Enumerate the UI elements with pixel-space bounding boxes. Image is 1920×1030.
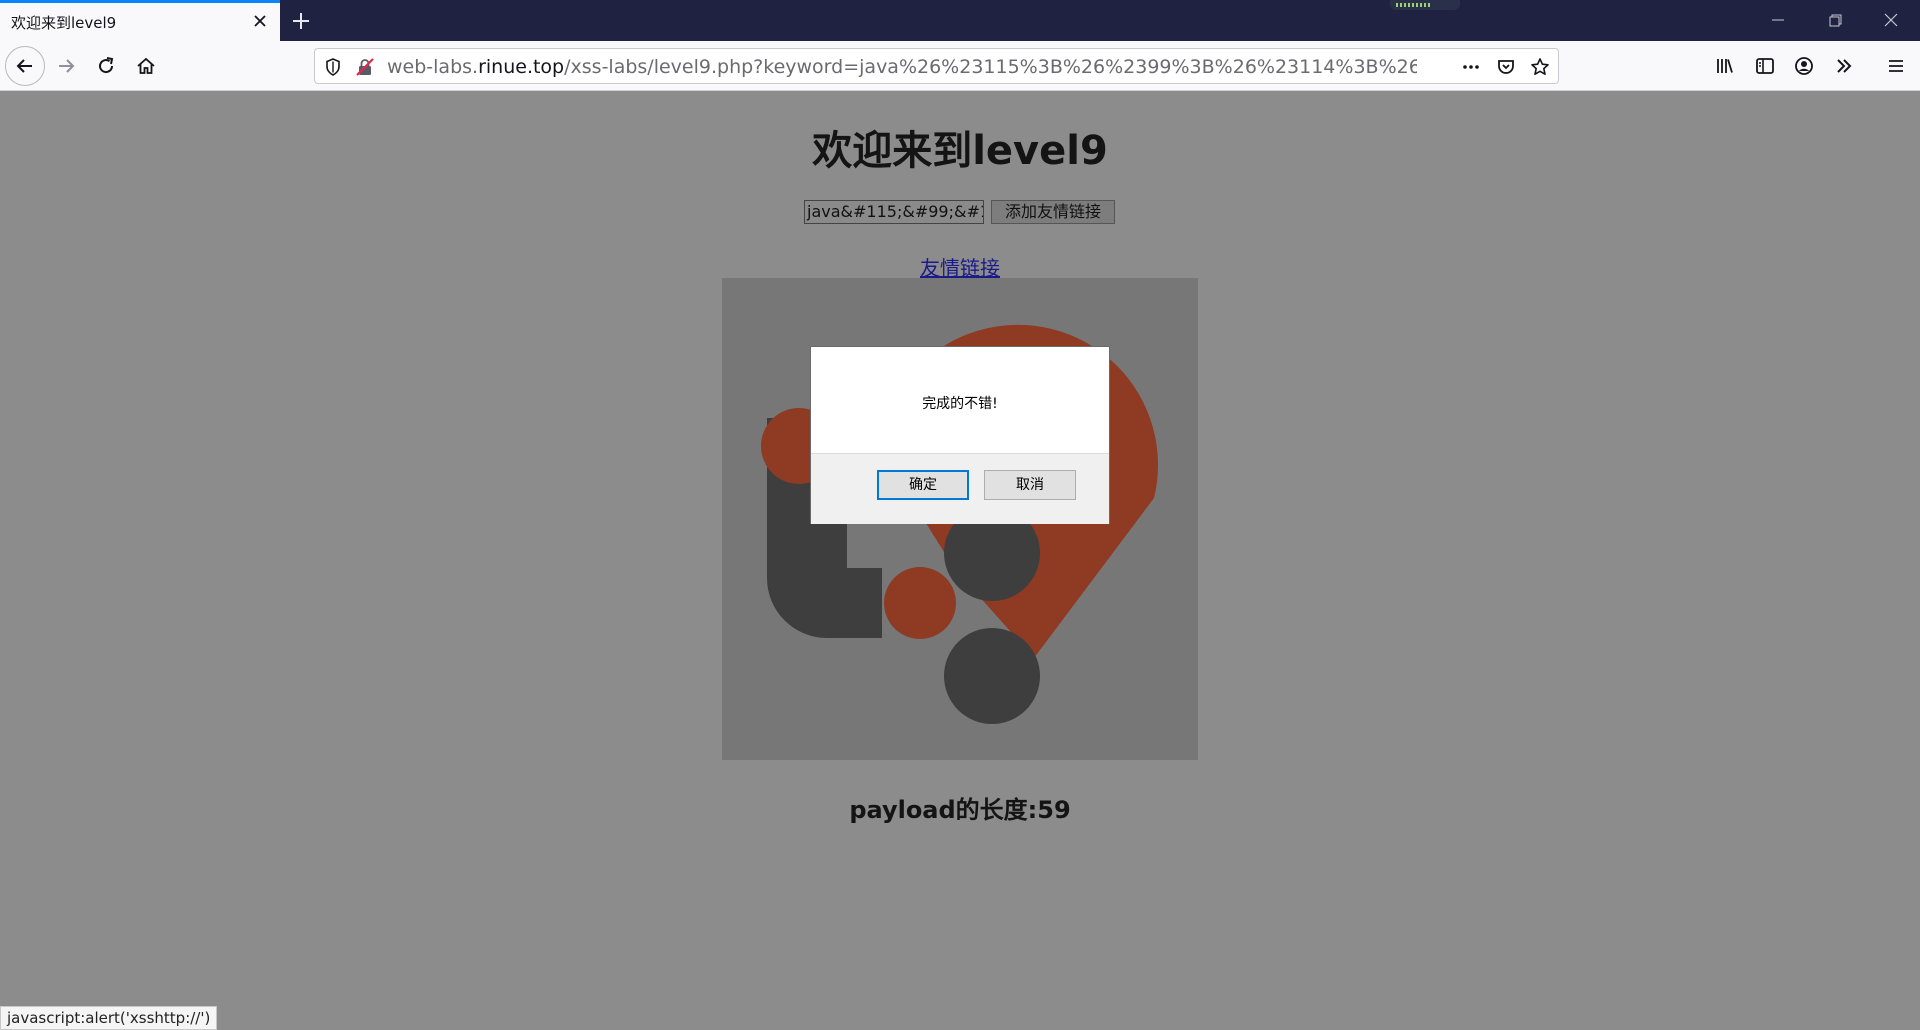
browser-tab[interactable]: 欢迎来到level9: [0, 0, 280, 41]
minimize-icon[interactable]: [1765, 8, 1791, 32]
forward-button[interactable]: [48, 48, 84, 84]
more-actions-icon[interactable]: [1461, 57, 1481, 77]
home-button[interactable]: [128, 48, 164, 84]
menu-button[interactable]: [1878, 48, 1914, 84]
reload-button[interactable]: [88, 48, 124, 84]
friend-link[interactable]: 友情链接: [920, 256, 1000, 280]
library-icon: [1717, 59, 1733, 73]
home-icon: [137, 57, 155, 74]
pocket-icon[interactable]: [1496, 57, 1516, 77]
library-button[interactable]: [1707, 48, 1743, 84]
navigation-bar: web-labs.rinue.top/xss-labs/level9.php?k…: [0, 41, 1920, 91]
back-arrow-icon: [16, 59, 32, 73]
alert-dialog: 完成的不错! 确定 取消: [810, 346, 1110, 524]
account-button[interactable]: [1786, 48, 1822, 84]
url-text[interactable]: web-labs.rinue.top/xss-labs/level9.php?k…: [387, 56, 1417, 78]
keyword-input[interactable]: java&#115;&#99;&#114;&#105;&#112;&#116;:…: [804, 200, 984, 224]
chevron-double-right-icon: [1837, 59, 1852, 73]
hamburger-menu-icon: [1889, 60, 1903, 72]
forward-arrow-icon: [59, 59, 75, 73]
restore-icon[interactable]: [1822, 8, 1848, 32]
ok-button[interactable]: 确定: [877, 470, 969, 500]
new-tab-icon[interactable]: [288, 8, 314, 34]
reload-icon: [99, 57, 114, 74]
media-indicator: [1390, 0, 1460, 10]
account-icon: [1795, 57, 1813, 75]
tab-strip: 欢迎来到level9: [0, 0, 1920, 41]
close-tab-icon[interactable]: [250, 11, 270, 31]
insecure-lock-icon[interactable]: [355, 57, 375, 77]
status-bar: javascript:alert('xsshttp://'): [0, 1006, 218, 1030]
payload-length-text: payload的长度:59: [849, 796, 1071, 824]
add-friend-link-button[interactable]: 添加友情链接: [991, 200, 1115, 224]
tab-title: 欢迎来到level9: [11, 14, 117, 32]
sidebar-icon: [1756, 58, 1774, 74]
page-title: 欢迎来到level9: [812, 128, 1108, 174]
friend-link-container: 友情链接: [0, 252, 1920, 281]
bookmark-star-icon[interactable]: [1530, 57, 1550, 77]
cancel-button[interactable]: 取消: [984, 470, 1076, 500]
sidebar-button[interactable]: [1747, 48, 1783, 84]
back-button[interactable]: [5, 46, 45, 86]
overflow-button[interactable]: [1826, 48, 1862, 84]
shield-icon[interactable]: [323, 57, 343, 77]
dialog-message: 完成的不错!: [922, 396, 998, 412]
dialog-footer: 确定 取消: [811, 453, 1109, 524]
window-close-icon[interactable]: [1878, 8, 1904, 32]
url-bar[interactable]: web-labs.rinue.top/xss-labs/level9.php?k…: [314, 48, 1559, 84]
